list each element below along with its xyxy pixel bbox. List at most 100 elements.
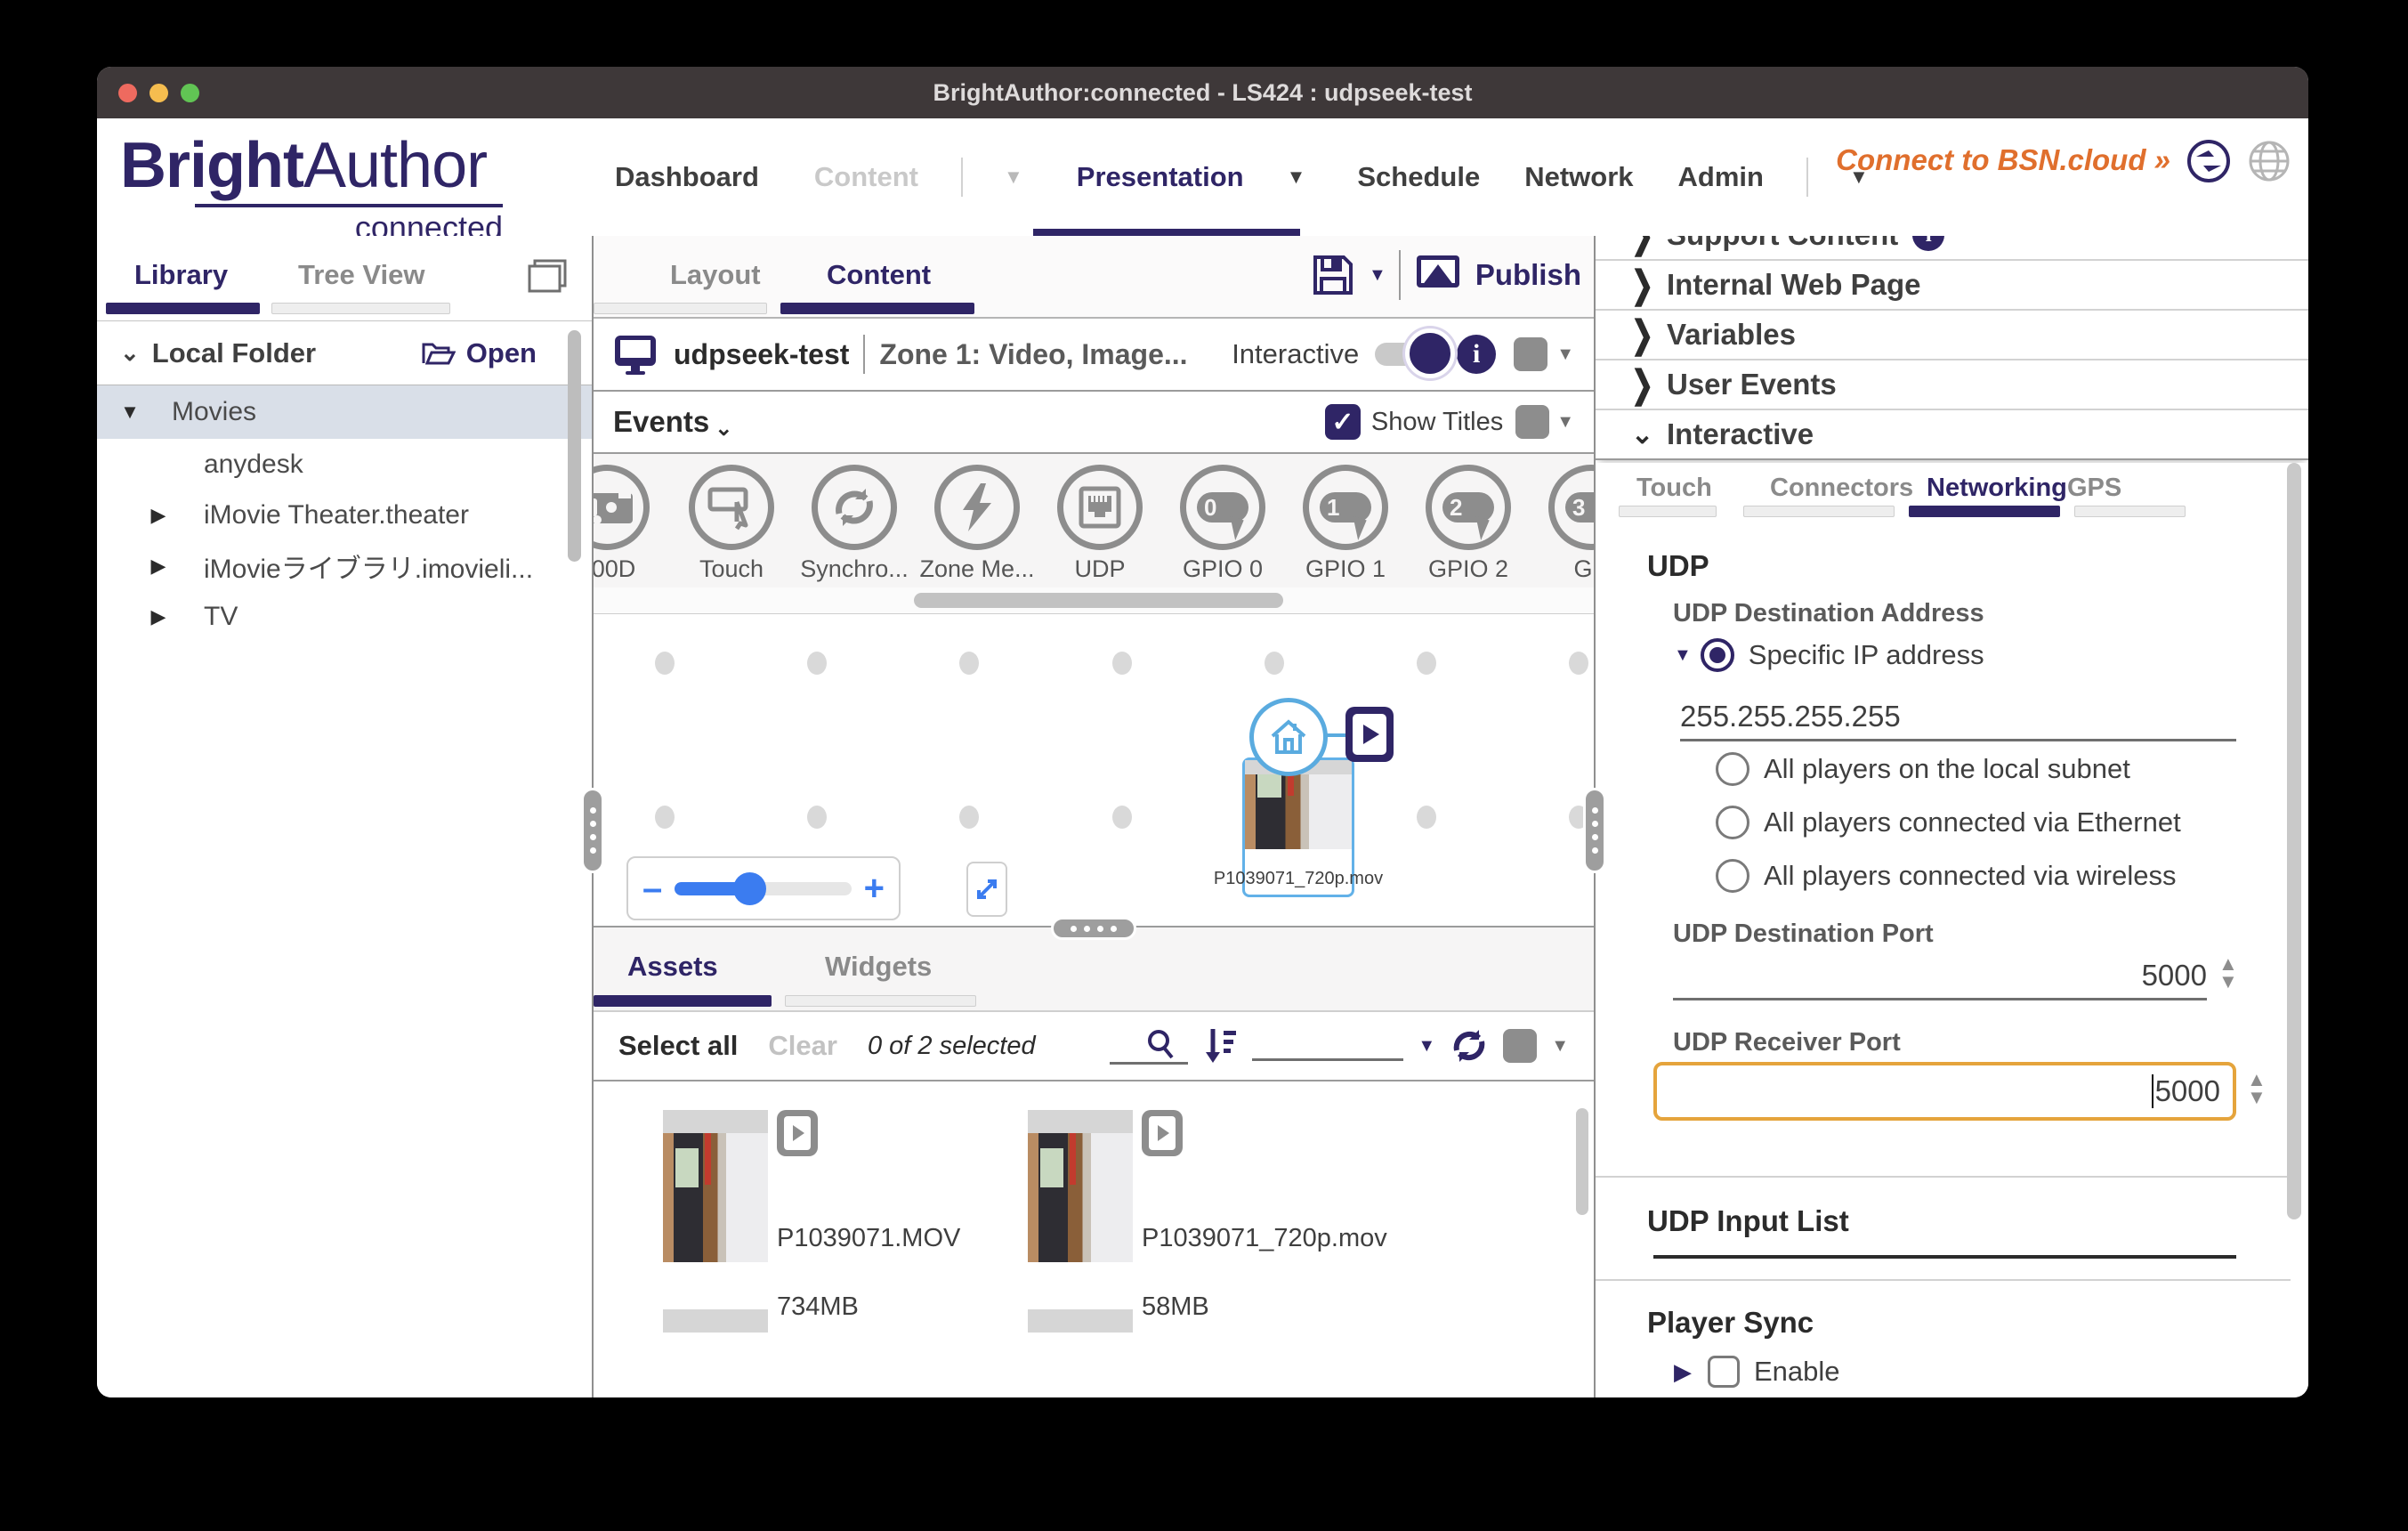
asset-card[interactable]: P1039071.MOV 734MB <box>663 1110 1081 1333</box>
panel-resize-grip[interactable] <box>1051 917 1136 940</box>
titlebar[interactable]: BrightAuthor:connected - LS424 : udpseek… <box>97 67 2308 118</box>
expander-right-icon[interactable]: ▶ <box>143 605 174 628</box>
udp-dest-port-input[interactable]: 5000 <box>1673 953 2207 1000</box>
sort-icon[interactable] <box>1202 1027 1238 1065</box>
tree-item-anydesk[interactable]: anydesk <box>97 439 592 490</box>
event-bp200d[interactable]: 200D <box>594 465 669 583</box>
open-folder-button[interactable]: Open <box>422 337 537 369</box>
info-icon[interactable]: i <box>1457 335 1496 374</box>
receiver-port-stepper[interactable]: ▲▼ <box>2247 1073 2267 1105</box>
expander-right-icon[interactable]: ▶ <box>143 555 174 578</box>
play-state-icon[interactable] <box>1345 707 1394 762</box>
inspector-scrollbar[interactable] <box>2287 463 2301 1219</box>
clear-button[interactable]: Clear <box>768 1030 837 1062</box>
filter-select[interactable] <box>1252 1031 1403 1061</box>
zoom-window-button[interactable] <box>181 84 199 102</box>
event-touch[interactable]: Touch <box>669 465 794 583</box>
player-sync-enable-row[interactable]: ▶ Enable <box>1674 1356 1840 1388</box>
minimize-window-button[interactable] <box>149 84 168 102</box>
interactive-toggle[interactable] <box>1375 343 1441 366</box>
zone-label[interactable]: Zone 1: Video, Image... <box>879 338 1187 371</box>
dest-port-stepper[interactable]: ▲▼ <box>2218 957 2238 989</box>
tree-item-imovie-library[interactable]: ▶ iMovieライブラリ.imovieli... <box>97 540 592 591</box>
fit-to-screen-button[interactable] <box>966 862 1007 917</box>
subnet-radio-row[interactable]: All players on the local subnet <box>1716 752 2130 786</box>
ethernet-radio-row[interactable]: All players connected via Ethernet <box>1716 806 2181 839</box>
tab-connectors[interactable]: Connectors <box>1770 474 1913 503</box>
section-internal-web-page[interactable]: ❯ Internal Web Page <box>1596 261 2308 311</box>
nav-schedule[interactable]: Schedule <box>1355 161 1482 193</box>
udp-input-list-field[interactable] <box>1653 1255 2236 1259</box>
close-window-button[interactable] <box>118 84 137 102</box>
tab-gps[interactable]: GPS <box>2067 474 2121 503</box>
show-titles-checkbox[interactable]: ✓ <box>1325 404 1361 440</box>
titles-caret-icon[interactable]: ▼ <box>1556 412 1574 433</box>
event-gpio-2[interactable]: 2 GPIO 2 <box>1406 465 1531 583</box>
transfer-icon[interactable] <box>2186 138 2232 184</box>
filter-caret-icon[interactable]: ▼ <box>1418 1036 1435 1057</box>
zoom-out-button[interactable]: – <box>642 875 662 902</box>
tab-networking[interactable]: Networking <box>1927 474 2067 503</box>
connect-bsn-link[interactable]: Connect to BSN.cloud » <box>1836 143 2170 177</box>
save-caret-icon[interactable]: ▼ <box>1369 265 1386 286</box>
search-icon[interactable] <box>1110 1028 1188 1065</box>
tab-library[interactable]: Library <box>134 259 228 291</box>
ip-caret-icon[interactable]: ▼ <box>1674 645 1692 666</box>
event-udp[interactable]: UDP <box>1038 465 1162 583</box>
publish-icon[interactable] <box>1413 252 1463 298</box>
save-icon[interactable] <box>1310 252 1356 298</box>
info-icon[interactable]: i <box>1912 236 1944 251</box>
section-user-events[interactable]: ❯ User Events <box>1596 360 2308 410</box>
home-state-icon[interactable] <box>1249 698 1328 776</box>
refresh-icon[interactable] <box>1450 1026 1489 1065</box>
wireless-radio[interactable] <box>1716 859 1749 893</box>
nav-presentation[interactable]: Presentation <box>1075 161 1246 193</box>
section-interactive[interactable]: ⌄ Interactive <box>1596 410 2308 460</box>
event-gpio-1[interactable]: 1 GPIO 1 <box>1283 465 1408 583</box>
specific-ip-radio-row[interactable]: ▼ Specific IP address <box>1674 638 1984 672</box>
right-resize-grip[interactable] <box>1583 788 1606 873</box>
event-zone-message[interactable]: Zone Me... <box>915 465 1039 583</box>
tree-item-imovie-theater[interactable]: ▶ iMovie Theater.theater <box>97 490 592 540</box>
section-support-content[interactable]: ❯ Support Content i <box>1596 236 2308 261</box>
zoom-in-button[interactable]: + <box>864 875 885 902</box>
tab-touch[interactable]: Touch <box>1636 474 1712 503</box>
event-synchronize[interactable]: Synchro... <box>792 465 917 583</box>
tab-assets[interactable]: Assets <box>627 951 718 983</box>
tab-tree-view[interactable]: Tree View <box>298 259 424 291</box>
tab-content[interactable]: Content <box>827 259 931 291</box>
left-resize-grip[interactable] <box>581 788 604 873</box>
nav-presentation-caret-icon[interactable]: ▼ <box>1287 166 1306 189</box>
tab-widgets[interactable]: Widgets <box>825 951 932 983</box>
events-collapse-icon[interactable]: ⌄ <box>715 416 732 441</box>
udp-receiver-port-input[interactable]: 5000 <box>1653 1062 2236 1121</box>
tab-layout[interactable]: Layout <box>670 259 761 291</box>
media-node[interactable]: P1039071_720p.mov <box>1242 757 1354 897</box>
hscroll-thumb[interactable] <box>914 593 1283 608</box>
nav-network[interactable]: Network <box>1523 161 1635 193</box>
expander-right-icon[interactable]: ▶ <box>143 504 174 527</box>
collapse-panel-icon[interactable] <box>528 259 567 293</box>
expander-right-icon[interactable]: ▶ <box>1674 1358 1692 1386</box>
zoom-slider[interactable] <box>675 882 851 895</box>
nav-content-caret-icon[interactable]: ▼ <box>1004 166 1023 189</box>
wireless-radio-row[interactable]: All players connected via wireless <box>1716 859 2177 893</box>
publish-button[interactable]: Publish <box>1475 258 1581 292</box>
globe-icon[interactable] <box>2246 138 2292 184</box>
section-variables[interactable]: ❯ Variables <box>1596 311 2308 360</box>
nav-dashboard[interactable]: Dashboard <box>613 161 761 193</box>
select-all-button[interactable]: Select all <box>618 1030 738 1062</box>
subnet-radio[interactable] <box>1716 752 1749 786</box>
enable-checkbox[interactable] <box>1708 1356 1740 1388</box>
header-caret-icon[interactable]: ▼ <box>1556 344 1574 365</box>
tree-item-movies[interactable]: ▼ Movies <box>97 385 592 439</box>
asset-card[interactable]: P1039071_720p.mov 58MB <box>1028 1110 1446 1333</box>
color-swatch[interactable] <box>1514 337 1547 371</box>
titles-color-swatch[interactable] <box>1515 405 1549 439</box>
view-mode-swatch[interactable] <box>1503 1029 1537 1063</box>
zoom-slider-knob[interactable] <box>733 872 766 905</box>
nav-content[interactable]: Content <box>812 161 920 193</box>
local-folder-collapse-icon[interactable]: ⌄ <box>120 339 140 367</box>
events-hscrollbar[interactable] <box>594 587 1594 614</box>
expander-down-icon[interactable]: ▼ <box>115 401 145 424</box>
